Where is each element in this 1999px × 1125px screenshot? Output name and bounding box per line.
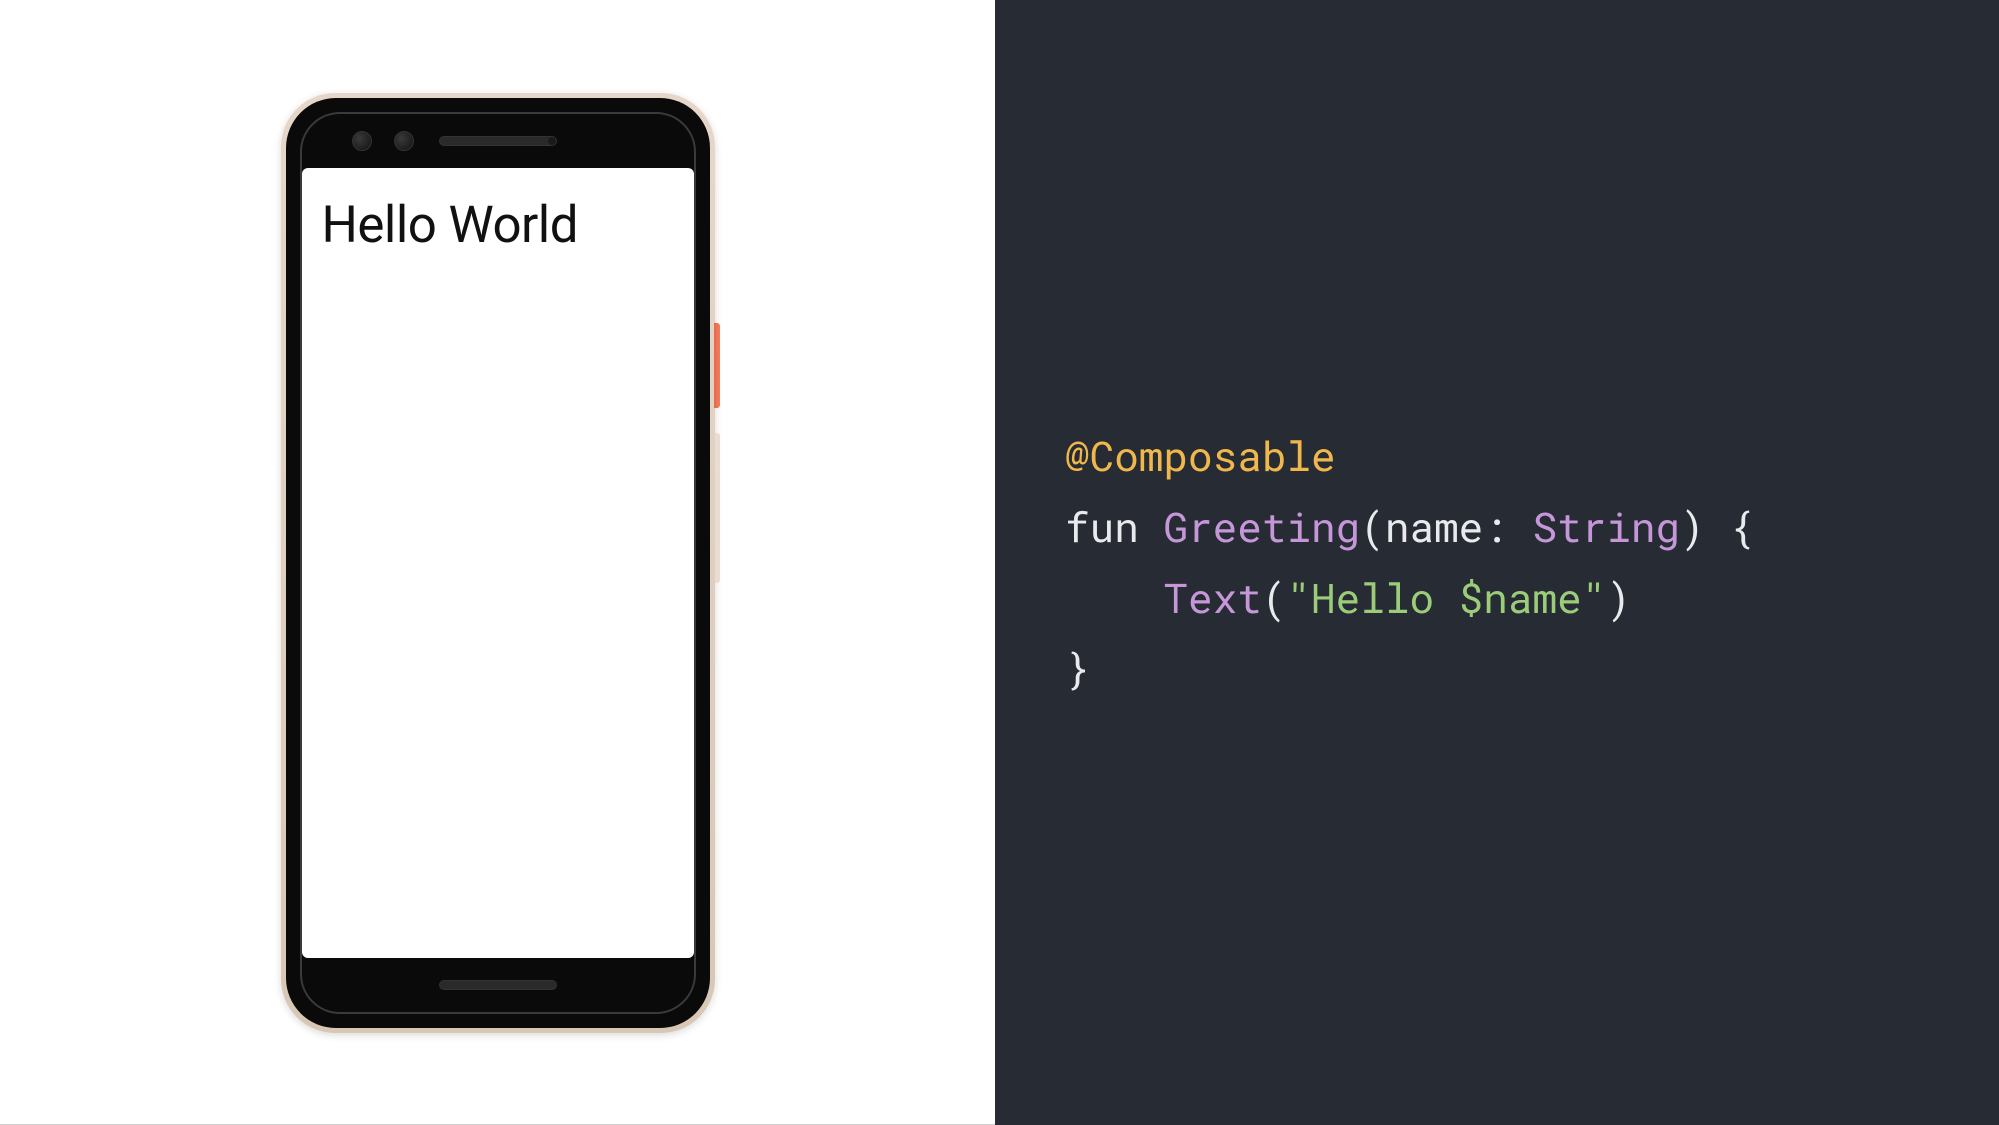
camera-icon: [394, 131, 414, 151]
code-snippet: @Composable fun Greeting(name: String) {…: [1065, 421, 1754, 703]
camera-icon: [352, 131, 372, 151]
code-param-name: name: [1385, 500, 1483, 554]
phone-power-button-icon: [714, 323, 720, 408]
greeting-text: Hello World: [322, 196, 674, 255]
code-brace-open: {: [1705, 500, 1754, 554]
phone-bezel-top: [302, 114, 694, 168]
code-call-paren-close: ): [1606, 571, 1631, 625]
phone-screen: Hello World: [302, 168, 694, 958]
phone-device: Hello World: [281, 93, 715, 1033]
code-annotation: @Composable: [1065, 429, 1336, 483]
phone-inner: Hello World: [300, 112, 696, 1014]
code-call-name: Text: [1163, 571, 1261, 625]
phone-frame: Hello World: [286, 98, 710, 1028]
code-call-paren-open: (: [1262, 571, 1287, 625]
code-pane: @Composable fun Greeting(name: String) {…: [995, 0, 1999, 1125]
code-string-literal: "Hello $name": [1286, 571, 1606, 625]
code-colon: :: [1483, 500, 1532, 554]
code-paren-open: (: [1360, 500, 1385, 554]
code-param-type: String: [1533, 500, 1681, 554]
phone-bezel-bottom: [302, 958, 694, 1012]
phone-volume-button-icon: [715, 433, 720, 583]
code-paren-close: ): [1680, 500, 1705, 554]
code-func-name: Greeting: [1163, 500, 1360, 554]
code-keyword-fun: fun: [1065, 500, 1139, 554]
speaker-icon: [439, 136, 557, 146]
preview-pane: Hello World: [0, 0, 995, 1125]
code-indent: [1065, 571, 1163, 625]
speaker-icon: [439, 980, 557, 990]
code-brace-close: }: [1065, 641, 1090, 695]
proximity-sensor-icon: [548, 137, 556, 145]
